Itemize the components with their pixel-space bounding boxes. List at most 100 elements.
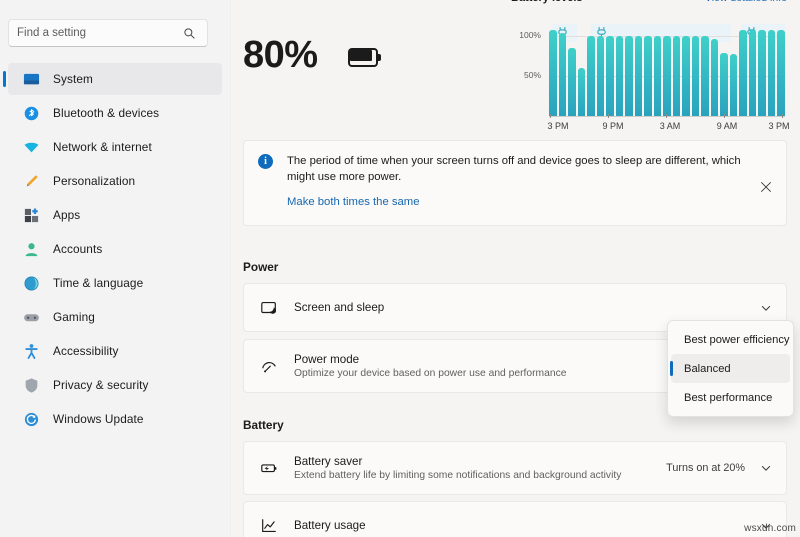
sidebar-item-label: System [53, 72, 93, 86]
sidebar-item-bluetooth-devices[interactable]: Bluetooth & devices [8, 97, 222, 129]
view-detailed-info-link[interactable]: View detailed info [705, 0, 787, 4]
sidebar-item-label: Personalization [53, 174, 136, 188]
sidebar-item-gaming[interactable]: Gaming [8, 301, 222, 333]
monitor-icon [22, 70, 40, 88]
accessibility-icon [22, 342, 40, 360]
sidebar-item-accounts[interactable]: Accounts [8, 233, 222, 265]
bar-series [549, 30, 785, 116]
sidebar: System Bluetooth & devices Network [0, 0, 230, 537]
sidebar-item-label: Accounts [53, 242, 103, 256]
gamepad-icon [22, 308, 40, 326]
y-axis-tick-label: 100% [519, 30, 541, 40]
watermark: wsxdn.com [744, 523, 796, 534]
battery-usage-chart-icon [258, 515, 280, 537]
bars-container [549, 30, 785, 116]
person-icon [22, 240, 40, 258]
sidebar-item-label: Accessibility [53, 344, 119, 358]
chart-bar [682, 36, 690, 116]
x-axis-line [549, 116, 785, 117]
sidebar-item-system[interactable]: System [3, 63, 222, 95]
sidebar-item-privacy-security[interactable]: Privacy & security [8, 369, 222, 401]
dropdown-option-label: Best performance [684, 391, 773, 404]
sidebar-item-time-language[interactable]: Time & language [8, 267, 222, 299]
chart-title: Battery levels [511, 0, 583, 4]
row-title: Screen and sleep [294, 301, 385, 314]
chart-bar [644, 36, 652, 116]
chart-bar [587, 36, 595, 116]
sidebar-item-personalization[interactable]: Personalization [8, 165, 222, 197]
chevron-down-icon[interactable] [759, 462, 772, 475]
chart-bar [767, 30, 776, 116]
row-battery-usage[interactable]: Battery usage [243, 501, 787, 537]
update-refresh-icon [22, 410, 40, 428]
chart-header: Battery levels View detailed info [509, 0, 789, 8]
search-icon[interactable] [182, 26, 196, 40]
bluetooth-icon [22, 104, 40, 122]
sidebar-item-label: Time & language [53, 276, 144, 290]
sidebar-item-accessibility[interactable]: Accessibility [8, 335, 222, 367]
info-icon: i [258, 154, 273, 169]
x-axis-tick-label: 9 PM [602, 121, 624, 131]
settings-window: System Bluetooth & devices Network [0, 0, 800, 537]
dropdown-option-best-power-efficiency[interactable]: Best power efficiency [671, 325, 790, 354]
x-axis-tick-label: 3 PM [768, 121, 790, 131]
row-subtitle: Extend battery life by limiting some not… [294, 470, 622, 481]
close-icon[interactable] [758, 179, 774, 195]
chart-bar [758, 30, 766, 116]
make-both-times-same-link[interactable]: Make both times the same [287, 196, 420, 208]
battery-saver-icon [258, 457, 280, 479]
sidebar-item-label: Apps [53, 208, 81, 222]
chart-bar [549, 30, 557, 116]
dropdown-option-label: Balanced [684, 362, 731, 375]
battery-saver-value: Turns on at 20% [666, 462, 745, 474]
globe-clock-icon [22, 274, 40, 292]
search-container [8, 19, 214, 47]
chart-bar [691, 36, 700, 116]
chart-bar [777, 30, 785, 116]
chart-bar [653, 36, 662, 116]
dropdown-option-best-performance[interactable]: Best performance [671, 383, 790, 412]
power-gauge-icon [258, 355, 280, 377]
main-content: 80% Battery levels View detailed info [230, 0, 800, 537]
chart-bar [577, 67, 586, 116]
info-banner-text: The period of time when your screen turn… [287, 155, 741, 184]
section-title-power: Power [243, 260, 279, 274]
sidebar-nav: System Bluetooth & devices Network & int… [0, 63, 230, 435]
sidebar-item-label: Windows Update [53, 412, 144, 426]
battery-percent-value: 80% [243, 34, 318, 76]
chart-bar [634, 36, 643, 116]
row-battery-saver[interactable]: Battery saver Extend battery life by lim… [243, 441, 787, 495]
y-axis-tick-label: 50% [523, 70, 541, 80]
chart-bar [701, 36, 709, 116]
chart-bar [615, 36, 624, 116]
x-axis-tick-label: 9 AM [716, 121, 738, 131]
x-axis: 3 PM 9 PM 3 AM 9 AM 3 PM [547, 114, 790, 134]
sidebar-item-windows-update[interactable]: Windows Update [8, 403, 222, 435]
sidebar-item-label: Privacy & security [53, 378, 149, 392]
chart-plot-area: 100% 50% 3 PM 9 PM 3 AM 9 AM 3 PM [509, 10, 790, 134]
section-title-battery: Battery [243, 418, 284, 432]
dropdown-option-balanced[interactable]: Balanced [670, 354, 790, 383]
row-title: Battery saver [294, 455, 363, 468]
battery-levels-chart: Battery levels View detailed info [509, 0, 790, 134]
search-box[interactable] [8, 19, 208, 47]
chart-bar [729, 54, 738, 116]
chart-bar [663, 36, 671, 116]
sidebar-item-network-internet[interactable]: Network & internet [8, 131, 222, 163]
info-banner: i The period of time when your screen tu… [243, 140, 787, 226]
chart-bar [748, 30, 757, 116]
shield-icon [22, 376, 40, 394]
power-mode-dropdown[interactable]: Best power efficiency Balanced Best perf… [667, 320, 794, 417]
sidebar-item-label: Network & internet [53, 140, 152, 154]
x-axis-tick-label: 3 PM [547, 121, 569, 131]
paintbrush-icon [22, 172, 40, 190]
sidebar-item-apps[interactable]: Apps [8, 199, 222, 231]
chart-bar [672, 36, 681, 116]
wifi-icon [22, 138, 40, 156]
chart-bar [739, 30, 747, 116]
search-input[interactable] [17, 20, 182, 46]
row-title: Battery usage [294, 519, 366, 532]
sidebar-item-label: Bluetooth & devices [53, 106, 160, 120]
chart-bar [625, 36, 633, 116]
chevron-down-icon[interactable] [759, 301, 772, 314]
